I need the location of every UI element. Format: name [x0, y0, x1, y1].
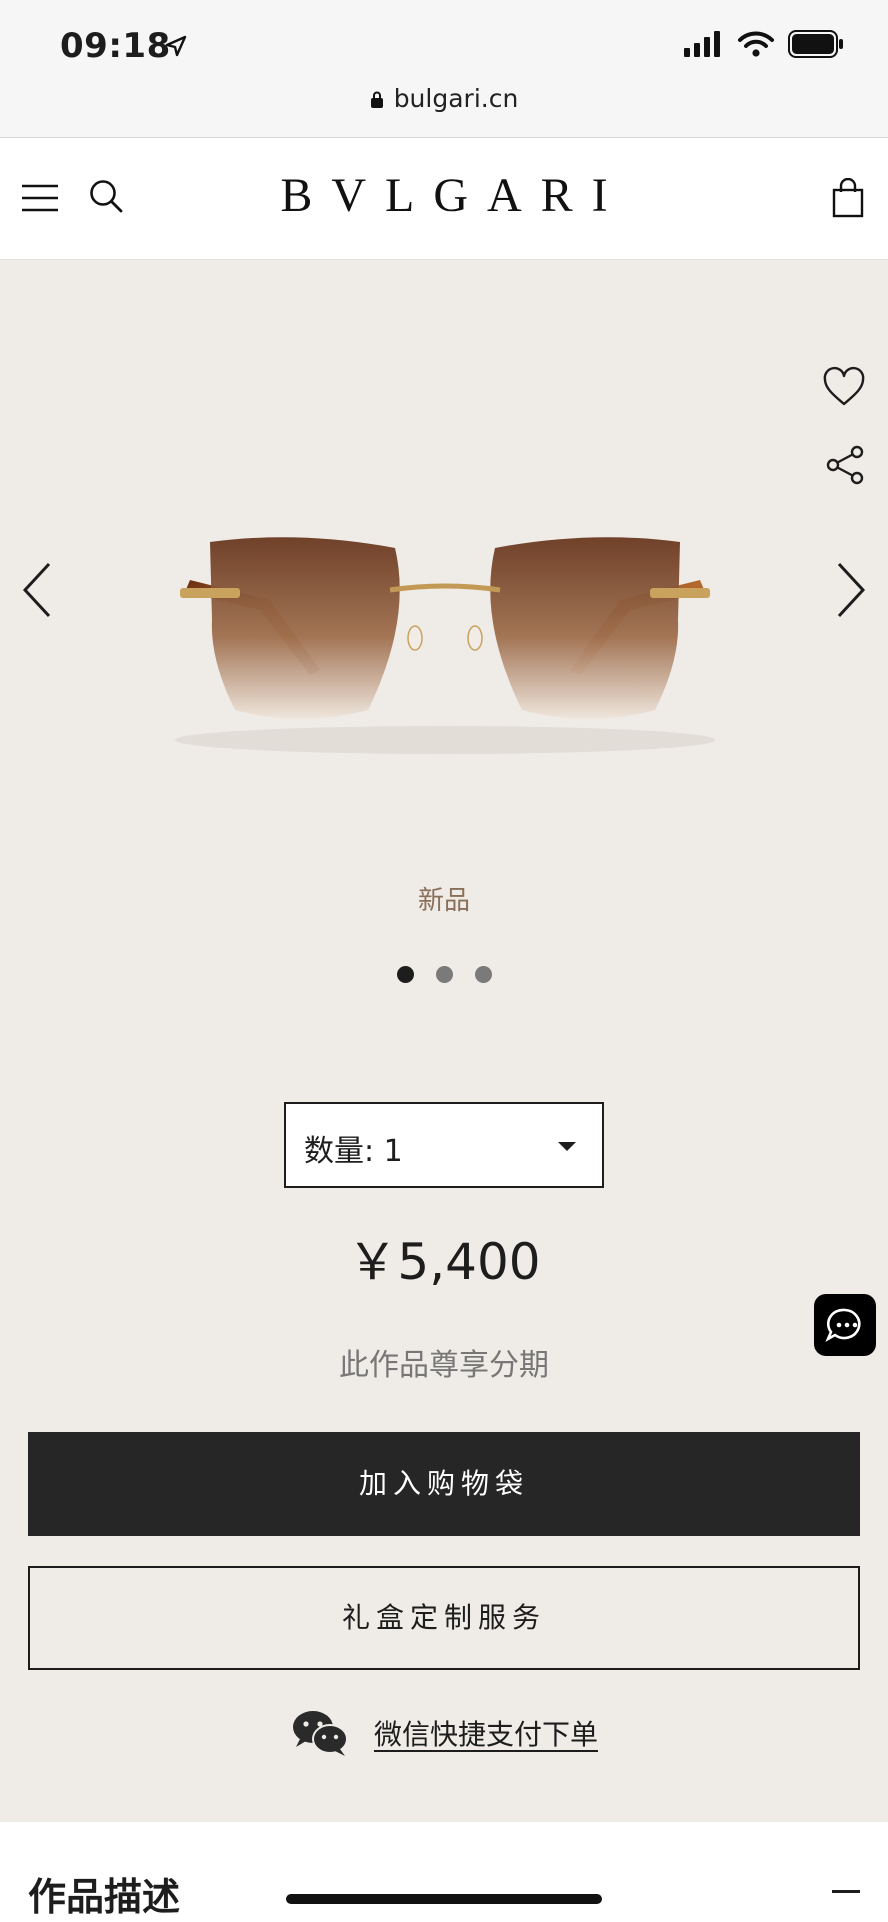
wechat-pay-link[interactable]: 微信快捷支付下单 [0, 1708, 888, 1758]
battery-icon [788, 30, 843, 58]
system-icons [684, 30, 844, 58]
quantity-value: 数量: 1 [304, 1134, 403, 1169]
description-section-header[interactable]: 作品描述 [0, 1822, 888, 1922]
location-arrow-icon [165, 35, 187, 57]
minus-icon[interactable] [832, 1890, 860, 1893]
wechat-icon [292, 1711, 348, 1756]
url-text: bulgari.cn [393, 84, 519, 113]
wechat-pay-label: 微信快捷支付下单 [373, 1718, 598, 1751]
lock-icon [370, 91, 383, 108]
product-price: ￥5,400 [347, 1233, 541, 1291]
chat-icon [825, 1308, 861, 1343]
chevron-left-icon[interactable] [22, 562, 52, 618]
site-header: BVLGARI [0, 138, 888, 260]
gallery-pagination [0, 966, 888, 983]
heart-icon[interactable] [822, 366, 866, 410]
gallery-dot[interactable] [474, 966, 492, 983]
installment-text: 此作品尊享分期 [339, 1348, 549, 1383]
product-image[interactable] [150, 500, 740, 760]
description-title: 作品描述 [28, 1875, 181, 1919]
browser-status-bar: 09:18 bulgari.cn [0, 0, 888, 138]
signal-icon [684, 31, 720, 57]
url-bar[interactable]: bulgari.cn [0, 84, 888, 113]
brand-logo[interactable]: BVLGARI [0, 168, 888, 223]
gallery-dot[interactable] [396, 966, 414, 983]
gallery-dot[interactable] [435, 966, 453, 983]
wifi-icon [738, 31, 774, 57]
chevron-down-icon [558, 1142, 576, 1151]
status-time: 09:18 [60, 26, 171, 66]
chat-button[interactable] [814, 1294, 876, 1356]
add-to-bag-button[interactable]: 加入购物袋 [28, 1432, 860, 1536]
bag-icon[interactable] [832, 178, 864, 218]
share-icon[interactable] [824, 444, 866, 486]
gift-box-service-button[interactable]: 礼盒定制服务 [28, 1566, 860, 1670]
new-product-badge: 新品 [417, 886, 470, 916]
home-indicator [286, 1894, 602, 1904]
quantity-select[interactable]: 数量: 1 [284, 1102, 604, 1188]
chevron-right-icon[interactable] [836, 562, 866, 618]
